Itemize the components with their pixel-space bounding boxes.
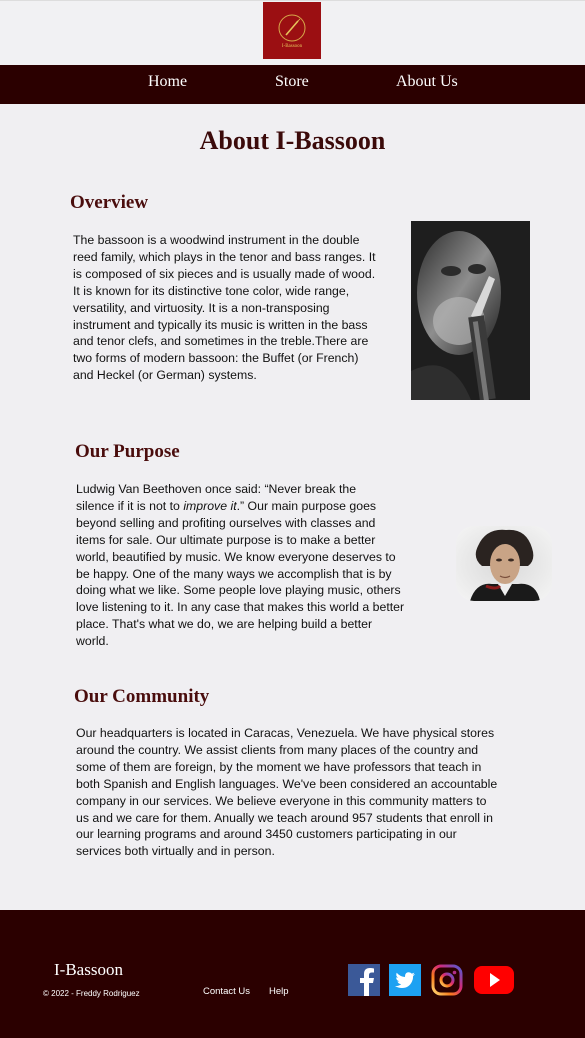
youtube-icon[interactable] [473, 964, 515, 996]
footer-copyright: © 2022 - Freddy Rodriguez [43, 989, 140, 998]
community-line: us and we care for them. Anually we teac… [76, 810, 493, 825]
overview-line: reed family, which plays in the tenor an… [73, 249, 376, 264]
top-header: I-Bassoon [0, 0, 585, 65]
nav-home-link[interactable]: Home [148, 73, 187, 91]
logo-text: I-Bassoon [281, 43, 303, 49]
purpose-text-span: .” Our main purpose goes [236, 498, 377, 513]
community-line: services both virtually and in person. [76, 844, 275, 859]
community-line: both Spanish and English languages. We'v… [76, 776, 498, 791]
purpose-quote-italic: improve it [183, 498, 237, 513]
facebook-icon[interactable] [348, 964, 380, 996]
community-line: company in our services. We believe ever… [76, 793, 487, 808]
purpose-line: silence if it is not to improve it.” Our… [76, 498, 436, 515]
purpose-line: beyond selling and profiting ourselves w… [76, 515, 376, 530]
overview-line: two forms of modern bassoon: the Buffet … [73, 351, 359, 366]
overview-line: The bassoon is a woodwind instrument in … [73, 233, 360, 247]
purpose-title: Our Purpose [75, 441, 180, 462]
bassoon-logo-icon [278, 14, 306, 41]
bassoonist-photo [411, 221, 530, 400]
nav-about-link[interactable]: About Us [396, 73, 458, 91]
page-title: About I-Bassoon [199, 126, 386, 155]
purpose-line: Ludwig Van Beethoven once said: “Never b… [76, 482, 357, 496]
purpose-line: world. [76, 634, 109, 649]
overview-text: The bassoon is a woodwind instrument in … [73, 232, 408, 384]
purpose-line: love listening to it. In any case that m… [76, 600, 405, 615]
nav-store-link[interactable]: Store [275, 73, 309, 91]
overview-line: and Heckel (or German) systems. [73, 368, 257, 383]
footer-brand: I-Bassoon [54, 960, 123, 979]
purpose-text: Ludwig Van Beethoven once said: “Never b… [76, 481, 436, 650]
community-line: Our headquarters is located in Caracas, … [76, 726, 495, 740]
community-line: our learning programs and around 3450 cu… [76, 827, 457, 842]
purpose-line: doing what we like. Some people love pla… [76, 583, 401, 598]
purpose-line: world, beautified by music. We know ever… [76, 549, 396, 564]
instagram-icon[interactable] [431, 964, 463, 996]
beethoven-portrait [456, 526, 552, 601]
overview-line: is composed of six pieces and is usually… [73, 266, 376, 281]
site-footer: I-Bassoon © 2022 - Freddy Rodriguez Cont… [0, 910, 585, 1038]
twitter-icon[interactable] [389, 964, 421, 996]
overview-title: Overview [70, 192, 149, 213]
overview-line: and tenor clefs, and sometimes in the tr… [73, 334, 369, 349]
overview-line: It is known for its distinctive tone col… [73, 283, 350, 298]
footer-contact-link[interactable]: Contact Us [203, 986, 250, 997]
main-nav: Home Store About Us [0, 65, 585, 104]
community-title: Our Community [74, 686, 210, 707]
purpose-text-span: silence if it is not to [76, 498, 184, 513]
overview-line: versatility, and virtuosity. It is a non… [73, 300, 330, 315]
community-line: around the country. We assist clients fr… [76, 742, 479, 757]
footer-help-link[interactable]: Help [269, 986, 289, 997]
purpose-line: items for sale. Our ultimate purpose is … [76, 532, 376, 547]
brand-logo[interactable]: I-Bassoon [263, 2, 321, 59]
overview-line: instrument and typically its music is wr… [73, 317, 368, 332]
community-line: some of them are foreign, by the moment … [76, 759, 482, 774]
community-text: Our headquarters is located in Caracas, … [76, 725, 536, 860]
purpose-line: place. That's what we do, we are helping… [76, 617, 373, 632]
purpose-line: be happy. One of the many ways we accomp… [76, 566, 392, 581]
